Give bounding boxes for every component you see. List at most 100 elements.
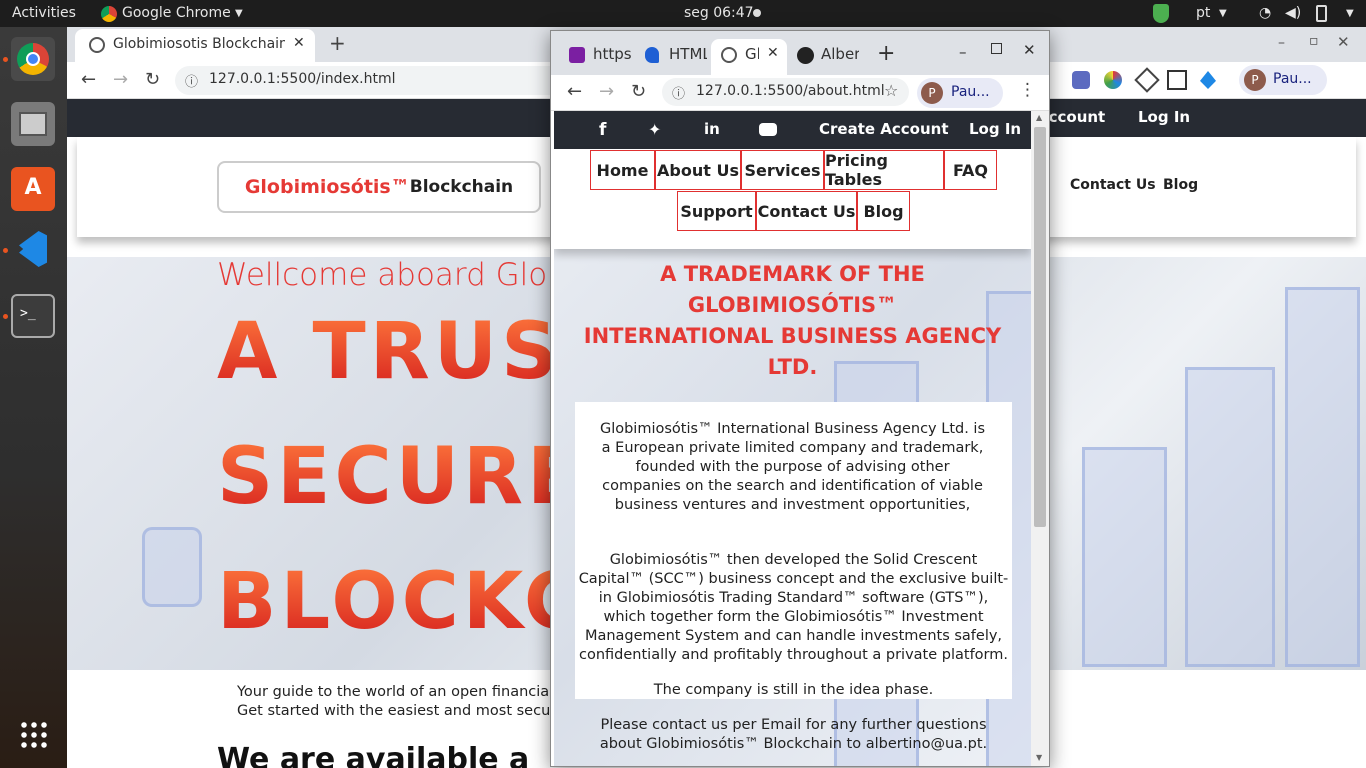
menu-pricing-tables[interactable]: Pricing Tables <box>824 150 944 190</box>
trademark-line: LTD. <box>767 355 818 379</box>
close-icon[interactable]: ✕ <box>293 35 305 51</box>
tab-github[interactable]: Alber <box>793 39 859 75</box>
software-icon[interactable]: A <box>11 167 55 211</box>
trademark-line: GLOBIMIOSÓTIS™ <box>687 293 898 317</box>
extension-icon[interactable] <box>1200 71 1216 89</box>
menu-contact-us[interactable]: Contact Us <box>756 191 857 231</box>
volume-icon[interactable]: ◀) <box>1285 5 1301 21</box>
nav-blog-link[interactable]: Blog <box>1163 177 1198 193</box>
maximize-icon[interactable] <box>991 43 1002 54</box>
menu-services[interactable]: Services <box>741 150 824 190</box>
dock: A >_ <box>0 27 67 768</box>
nav-contact-link[interactable]: Contact Us <box>1070 177 1156 193</box>
linkedin-icon[interactable]: in <box>704 120 720 138</box>
guide-line-2: Get started with the easiest and most se… <box>237 703 565 719</box>
about-paragraph-2: Globimiosótis™ then developed the Solid … <box>578 552 1009 663</box>
forward-icon[interactable]: → <box>113 69 128 90</box>
avatar: P <box>921 82 943 104</box>
tab-title: HTML <box>669 45 707 63</box>
globe-icon <box>721 47 737 63</box>
extension-icon[interactable] <box>1072 71 1090 89</box>
menu-about-us[interactable]: About Us <box>655 150 741 190</box>
input-language[interactable]: pt <box>1196 5 1210 21</box>
youtube-icon[interactable] <box>759 123 777 136</box>
chrome-icon[interactable] <box>11 37 55 81</box>
scrollbar[interactable]: ▲ ▼ <box>1031 111 1049 766</box>
decor-bar <box>1185 367 1275 667</box>
new-tab-icon[interactable]: + <box>877 41 895 66</box>
tab-https[interactable]: https <box>565 39 631 75</box>
close-icon[interactable]: ✕ <box>767 45 779 61</box>
battery-icon[interactable] <box>1316 5 1327 22</box>
decor-bar <box>1285 287 1360 667</box>
extension-icon[interactable] <box>1134 67 1160 93</box>
login-link[interactable]: Log In <box>1138 108 1190 126</box>
chevron-down-icon: ▼ <box>1346 8 1354 19</box>
back-icon[interactable]: ← <box>567 81 582 102</box>
close-icon[interactable]: ✕ <box>1337 33 1350 51</box>
system-top-bar: Activities Google Chrome ▼ seg 06:47 pt … <box>0 0 1366 27</box>
scroll-down-icon[interactable]: ▼ <box>1036 753 1042 762</box>
profile-button[interactable]: P Pau... <box>917 78 1003 108</box>
available-heading: We are available a <box>217 742 530 768</box>
facebook-icon[interactable]: f <box>599 120 606 140</box>
address-bar[interactable]: ⓘ 127.0.0.1:5500/about.html ☆ <box>662 78 909 106</box>
logo-suffix: Blockchain <box>409 177 514 197</box>
create-account-link[interactable]: Create Account <box>819 120 949 138</box>
minimize-icon[interactable]: – <box>1278 35 1285 51</box>
new-tab-icon[interactable]: + <box>329 31 346 55</box>
extension-icon[interactable] <box>1104 71 1122 89</box>
scrollbar-thumb[interactable] <box>1034 127 1046 527</box>
menu-kebab-icon[interactable]: ⋮ <box>1019 80 1036 100</box>
maximize-icon[interactable]: ▫ <box>1309 33 1319 49</box>
tab-title: Alber <box>821 45 859 63</box>
menu-home[interactable]: Home <box>590 150 655 190</box>
menu-blog[interactable]: Blog <box>857 191 910 231</box>
close-icon[interactable]: ✕ <box>1023 41 1036 59</box>
minimize-icon[interactable]: – <box>959 43 967 61</box>
login-link[interactable]: Log In <box>969 120 1021 138</box>
decor-bar <box>142 527 202 607</box>
tab-title: Globimiosotis Blockchain <box>113 36 285 52</box>
screenshot-icon[interactable] <box>1167 70 1187 90</box>
github-icon <box>797 47 814 64</box>
twitter-icon[interactable]: ✦ <box>648 120 661 139</box>
menu-faq[interactable]: FAQ <box>944 150 997 190</box>
tab-html[interactable]: HTML <box>641 39 707 75</box>
activities-button[interactable]: Activities <box>12 5 76 21</box>
info-icon[interactable]: ⓘ <box>672 83 685 102</box>
wifi-icon[interactable]: ◔ <box>1259 5 1271 21</box>
app-menu[interactable]: Google Chrome <box>122 5 231 21</box>
tab-about[interactable]: Gl ✕ <box>711 39 787 75</box>
reload-icon[interactable]: ↻ <box>145 69 160 90</box>
page-content: f ✦ in Create Account Log In Home About … <box>554 111 1031 766</box>
shield-icon[interactable] <box>1153 4 1169 23</box>
site-icon <box>569 47 585 63</box>
main-menu: Home About Us Services Pricing Tables FA… <box>554 149 1031 249</box>
menu-support[interactable]: Support <box>677 191 756 231</box>
guide-line-1: Your guide to the world of an open finan… <box>237 684 566 700</box>
apps-grid-icon[interactable] <box>11 712 55 756</box>
vscode-icon[interactable] <box>11 227 55 271</box>
profile-button[interactable]: P Pau... <box>1239 65 1327 95</box>
profile-name: Pau... <box>951 84 990 100</box>
top-nav: f ✦ in Create Account Log In <box>554 111 1031 149</box>
trademark-line: INTERNATIONAL BUSINESS AGENCY <box>583 324 1002 348</box>
reload-icon[interactable]: ↻ <box>631 81 646 102</box>
trademark-heading: A TRADEMARK OF THE GLOBIMIOSÓTIS™ INTERN… <box>554 259 1031 383</box>
back-icon[interactable]: ← <box>81 69 96 90</box>
clock[interactable]: seg 06:47 <box>684 5 754 21</box>
chevron-down-icon: ▼ <box>235 8 243 19</box>
about-paragraph-1: Globimiosótis™ International Business Ag… <box>599 421 986 513</box>
terminal-icon[interactable]: >_ <box>11 294 55 338</box>
tab-index[interactable]: Globimiosotis Blockchain ✕ <box>75 29 315 62</box>
site-logo[interactable]: Globimiosótis™ Blockchain <box>217 161 541 213</box>
trademark-line: A TRADEMARK OF THE <box>660 262 925 286</box>
toolbar: ← → ↻ ⓘ 127.0.0.1:5500/about.html ☆ P Pa… <box>551 75 1049 111</box>
bookmark-star-icon[interactable]: ☆ <box>884 81 898 100</box>
files-icon[interactable] <box>11 102 55 146</box>
profile-name: Pau... <box>1273 71 1312 87</box>
forward-icon[interactable]: → <box>599 81 614 102</box>
info-icon[interactable]: ⓘ <box>185 71 198 90</box>
scroll-up-icon[interactable]: ▲ <box>1036 113 1042 122</box>
